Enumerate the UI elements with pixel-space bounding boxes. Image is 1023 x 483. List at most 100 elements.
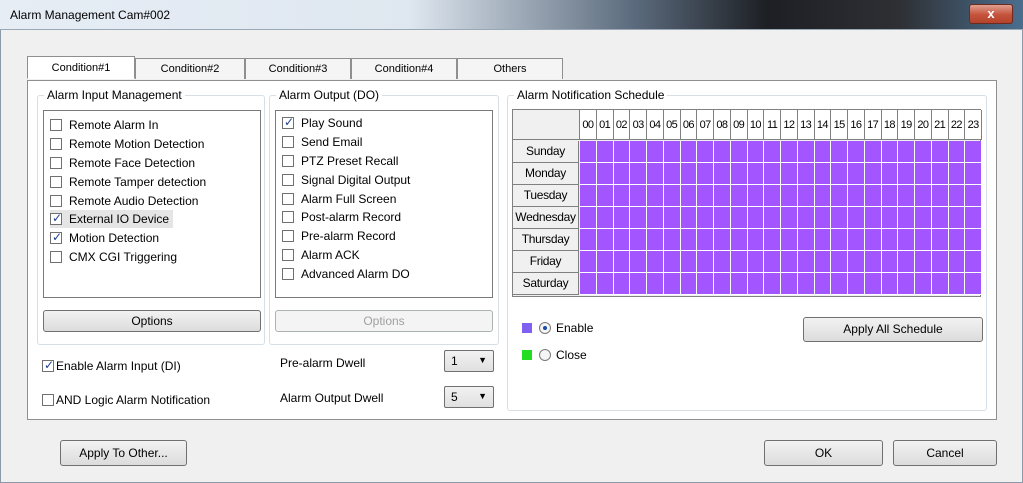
cancel-button[interactable]: Cancel bbox=[893, 440, 997, 466]
schedule-cell[interactable] bbox=[797, 273, 815, 295]
schedule-cell[interactable] bbox=[596, 229, 614, 251]
schedule-cell[interactable] bbox=[714, 229, 731, 251]
day-header[interactable]: Thursday bbox=[513, 229, 579, 251]
schedule-cell[interactable] bbox=[663, 207, 681, 229]
schedule-cell[interactable] bbox=[714, 207, 731, 229]
list-item[interactable]: Post-alarm Record bbox=[282, 208, 401, 226]
schedule-cell[interactable] bbox=[814, 141, 832, 163]
schedule-cell[interactable] bbox=[613, 207, 631, 229]
schedule-cell[interactable] bbox=[596, 185, 614, 207]
hour-header[interactable]: 13 bbox=[797, 110, 815, 140]
schedule-cell[interactable] bbox=[613, 251, 631, 273]
schedule-cell[interactable] bbox=[697, 163, 714, 185]
schedule-cell[interactable] bbox=[881, 273, 899, 295]
schedule-cell[interactable] bbox=[931, 207, 949, 229]
day-header[interactable]: Friday bbox=[513, 251, 579, 273]
schedule-cell[interactable] bbox=[714, 251, 731, 273]
schedule-cell[interactable] bbox=[613, 229, 631, 251]
schedule-cell[interactable] bbox=[898, 251, 915, 273]
schedule-cell[interactable] bbox=[580, 229, 597, 251]
list-item[interactable]: Advanced Alarm DO bbox=[282, 265, 410, 283]
schedule-cell[interactable] bbox=[898, 185, 915, 207]
checkbox[interactable] bbox=[42, 394, 54, 406]
schedule-cell[interactable] bbox=[931, 141, 949, 163]
checkbox[interactable] bbox=[50, 230, 62, 244]
schedule-cell[interactable] bbox=[797, 229, 815, 251]
schedule-cell[interactable] bbox=[663, 229, 681, 251]
schedule-cell[interactable] bbox=[965, 163, 982, 185]
schedule-cell[interactable] bbox=[596, 251, 614, 273]
hour-header[interactable]: 15 bbox=[831, 110, 848, 140]
schedule-cell[interactable] bbox=[764, 229, 781, 251]
list-item[interactable]: PTZ Preset Recall bbox=[282, 152, 398, 170]
apply-all-schedule-button[interactable]: Apply All Schedule bbox=[803, 317, 983, 342]
schedule-cell[interactable] bbox=[764, 207, 781, 229]
schedule-cell[interactable] bbox=[613, 273, 631, 295]
schedule-cell[interactable] bbox=[948, 163, 966, 185]
schedule-cell[interactable] bbox=[831, 229, 848, 251]
list-item[interactable]: Remote Alarm In bbox=[50, 116, 158, 134]
schedule-cell[interactable] bbox=[814, 273, 832, 295]
hour-header[interactable]: 00 bbox=[580, 110, 597, 140]
schedule-cell[interactable] bbox=[730, 229, 748, 251]
schedule-cell[interactable] bbox=[647, 141, 664, 163]
schedule-cell[interactable] bbox=[848, 207, 865, 229]
schedule-cell[interactable] bbox=[630, 141, 647, 163]
schedule-cell[interactable] bbox=[697, 229, 714, 251]
checkbox[interactable] bbox=[50, 195, 62, 207]
list-item[interactable]: Send Email bbox=[282, 133, 362, 151]
schedule-cell[interactable] bbox=[697, 273, 714, 295]
schedule-cell[interactable] bbox=[697, 141, 714, 163]
schedule-cell[interactable] bbox=[697, 251, 714, 273]
alarm-output-dwell-select[interactable]: 5 ▼ bbox=[444, 386, 494, 408]
hour-header[interactable]: 12 bbox=[781, 110, 798, 140]
checkbox[interactable] bbox=[282, 155, 294, 167]
schedule-cell[interactable] bbox=[915, 185, 932, 207]
schedule-cell[interactable] bbox=[797, 141, 815, 163]
schedule-cell[interactable] bbox=[747, 207, 765, 229]
schedule-cell[interactable] bbox=[948, 207, 966, 229]
schedule-cell[interactable] bbox=[596, 207, 614, 229]
checkbox[interactable] bbox=[282, 193, 294, 205]
schedule-cell[interactable] bbox=[730, 273, 748, 295]
schedule-cell[interactable] bbox=[931, 251, 949, 273]
schedule-cell[interactable] bbox=[864, 229, 882, 251]
hour-header[interactable]: 07 bbox=[697, 110, 714, 140]
hour-header[interactable]: 17 bbox=[864, 110, 882, 140]
list-item[interactable]: Play Sound bbox=[282, 114, 362, 132]
hour-header[interactable]: 05 bbox=[663, 110, 681, 140]
schedule-cell[interactable] bbox=[898, 273, 915, 295]
schedule-cell[interactable] bbox=[931, 163, 949, 185]
schedule-cell[interactable] bbox=[781, 207, 798, 229]
schedule-cell[interactable] bbox=[647, 163, 664, 185]
schedule-cell[interactable] bbox=[898, 141, 915, 163]
list-item[interactable]: Remote Motion Detection bbox=[50, 135, 204, 153]
schedule-cell[interactable] bbox=[864, 141, 882, 163]
tab-condition-1[interactable]: Condition#1 bbox=[27, 56, 135, 79]
schedule-cell[interactable] bbox=[764, 273, 781, 295]
schedule-cell[interactable] bbox=[965, 141, 982, 163]
day-header[interactable]: Sunday bbox=[513, 141, 579, 163]
schedule-cell[interactable] bbox=[831, 251, 848, 273]
schedule-cell[interactable] bbox=[814, 229, 832, 251]
schedule-cell[interactable] bbox=[848, 251, 865, 273]
checkbox[interactable] bbox=[50, 157, 62, 169]
schedule-cell[interactable] bbox=[663, 251, 681, 273]
output-options-button[interactable]: Options bbox=[275, 310, 493, 332]
schedule-cell[interactable] bbox=[915, 229, 932, 251]
schedule-cell[interactable] bbox=[647, 273, 664, 295]
day-header[interactable]: Tuesday bbox=[513, 185, 579, 207]
schedule-cell[interactable] bbox=[864, 251, 882, 273]
checkbox[interactable] bbox=[50, 176, 62, 188]
hour-header[interactable]: 16 bbox=[848, 110, 865, 140]
schedule-cell[interactable] bbox=[881, 251, 899, 273]
schedule-cell[interactable] bbox=[898, 207, 915, 229]
schedule-cell[interactable] bbox=[814, 207, 832, 229]
schedule-cell[interactable] bbox=[647, 207, 664, 229]
alarm-output-list[interactable]: Play Sound Send Email PTZ Preset Recall … bbox=[275, 110, 493, 298]
schedule-cell[interactable] bbox=[948, 185, 966, 207]
schedule-cell[interactable] bbox=[864, 163, 882, 185]
hour-header[interactable]: 14 bbox=[814, 110, 832, 140]
schedule-cell[interactable] bbox=[747, 273, 765, 295]
schedule-cell[interactable] bbox=[680, 229, 698, 251]
